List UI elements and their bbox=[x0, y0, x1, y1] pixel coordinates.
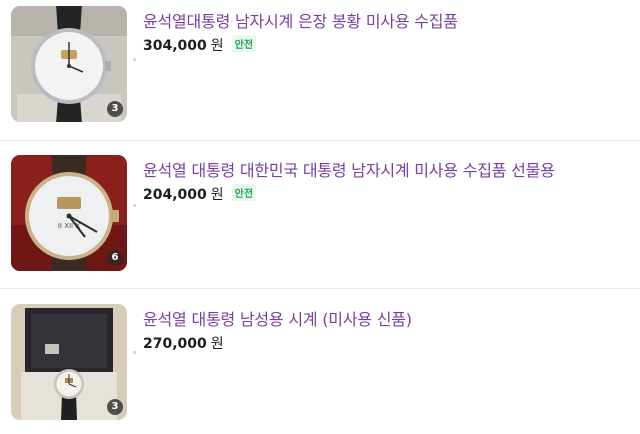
price-row: 304,000 원 안전 bbox=[143, 35, 257, 55]
list-item[interactable]: 3 윤석열 대통령 남성용 시계 (미사용 신품) 270,000 원 bbox=[0, 304, 640, 426]
safe-payment-badge: 안전 bbox=[231, 184, 257, 201]
safe-payment-badge: 안전 bbox=[231, 35, 257, 52]
currency-label: 원 bbox=[210, 187, 224, 203]
list-item[interactable]: II XII X 6 윤석열 대통령 대한민국 대통령 남자시계 미사용 수집품… bbox=[0, 155, 640, 277]
divider bbox=[0, 140, 640, 141]
divider bbox=[0, 288, 640, 289]
list-item[interactable]: 3 윤석열대통령 남자시계 은장 봉황 미사용 수집품 304,000 원 안전 bbox=[0, 6, 640, 128]
image-count-badge: 3 bbox=[107, 101, 123, 117]
price-value: 270,000 bbox=[143, 336, 207, 352]
price-row: 204,000 원 안전 bbox=[143, 184, 257, 204]
product-list: 3 윤석열대통령 남자시계 은장 봉황 미사용 수집품 304,000 원 안전 I… bbox=[0, 0, 640, 434]
decoration-dot bbox=[133, 351, 136, 354]
product-title[interactable]: 윤석열 대통령 남성용 시계 (미사용 신품) bbox=[143, 306, 412, 330]
product-thumbnail[interactable]: 3 bbox=[11, 304, 127, 420]
currency-label: 원 bbox=[210, 336, 224, 352]
image-count-badge: 6 bbox=[107, 250, 123, 266]
product-thumbnail[interactable]: II XII X 6 bbox=[11, 155, 127, 271]
price-value: 304,000 bbox=[143, 38, 207, 54]
currency-label: 원 bbox=[210, 38, 224, 54]
product-title[interactable]: 윤석열대통령 남자시계 은장 봉황 미사용 수집품 bbox=[143, 8, 458, 32]
product-thumbnail[interactable]: 3 bbox=[11, 6, 127, 122]
decoration-dot bbox=[133, 58, 136, 61]
price-row: 270,000 원 bbox=[143, 333, 224, 353]
product-title[interactable]: 윤석열 대통령 대한민국 대통령 남자시계 미사용 수집품 선물용 bbox=[143, 157, 555, 181]
image-count-badge: 3 bbox=[107, 399, 123, 415]
price-value: 204,000 bbox=[143, 187, 207, 203]
decoration-dot bbox=[133, 204, 136, 207]
